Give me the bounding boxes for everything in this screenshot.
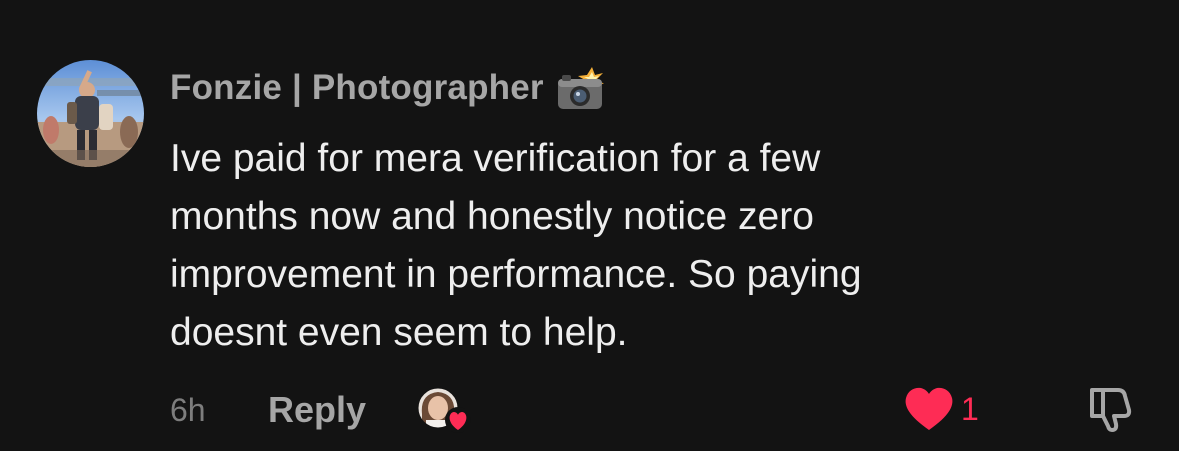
comment-timestamp: 6h — [170, 392, 206, 428]
avatar-photo — [37, 60, 144, 167]
camera-with-flash-icon — [557, 67, 604, 109]
user-avatar[interactable] — [37, 60, 144, 167]
username-row: Fonzie | Photographer — [170, 63, 606, 113]
like-count: 1 — [961, 391, 979, 427]
comment-text-line: doesnt even seem to help. — [170, 311, 628, 354]
thumbs-down-icon[interactable] — [1084, 384, 1134, 434]
comment-text-line: months now and honestly notice zero — [170, 195, 814, 238]
comment-item: Fonzie | Photographer Ive paid for mera … — [0, 0, 1179, 451]
comment-text-line: improvement in performance. So paying — [170, 253, 862, 296]
reply-button[interactable]: Reply — [268, 387, 366, 433]
username[interactable]: Fonzie | Photographer — [170, 68, 544, 108]
heart-icon — [905, 387, 953, 430]
comment-text: Ive paid for mera verification for a few… — [170, 130, 1050, 362]
creator-liked-badge — [417, 387, 471, 433]
comment-text-line: Ive paid for mera verification for a few — [170, 137, 821, 180]
like-button[interactable]: 1 — [903, 385, 979, 433]
